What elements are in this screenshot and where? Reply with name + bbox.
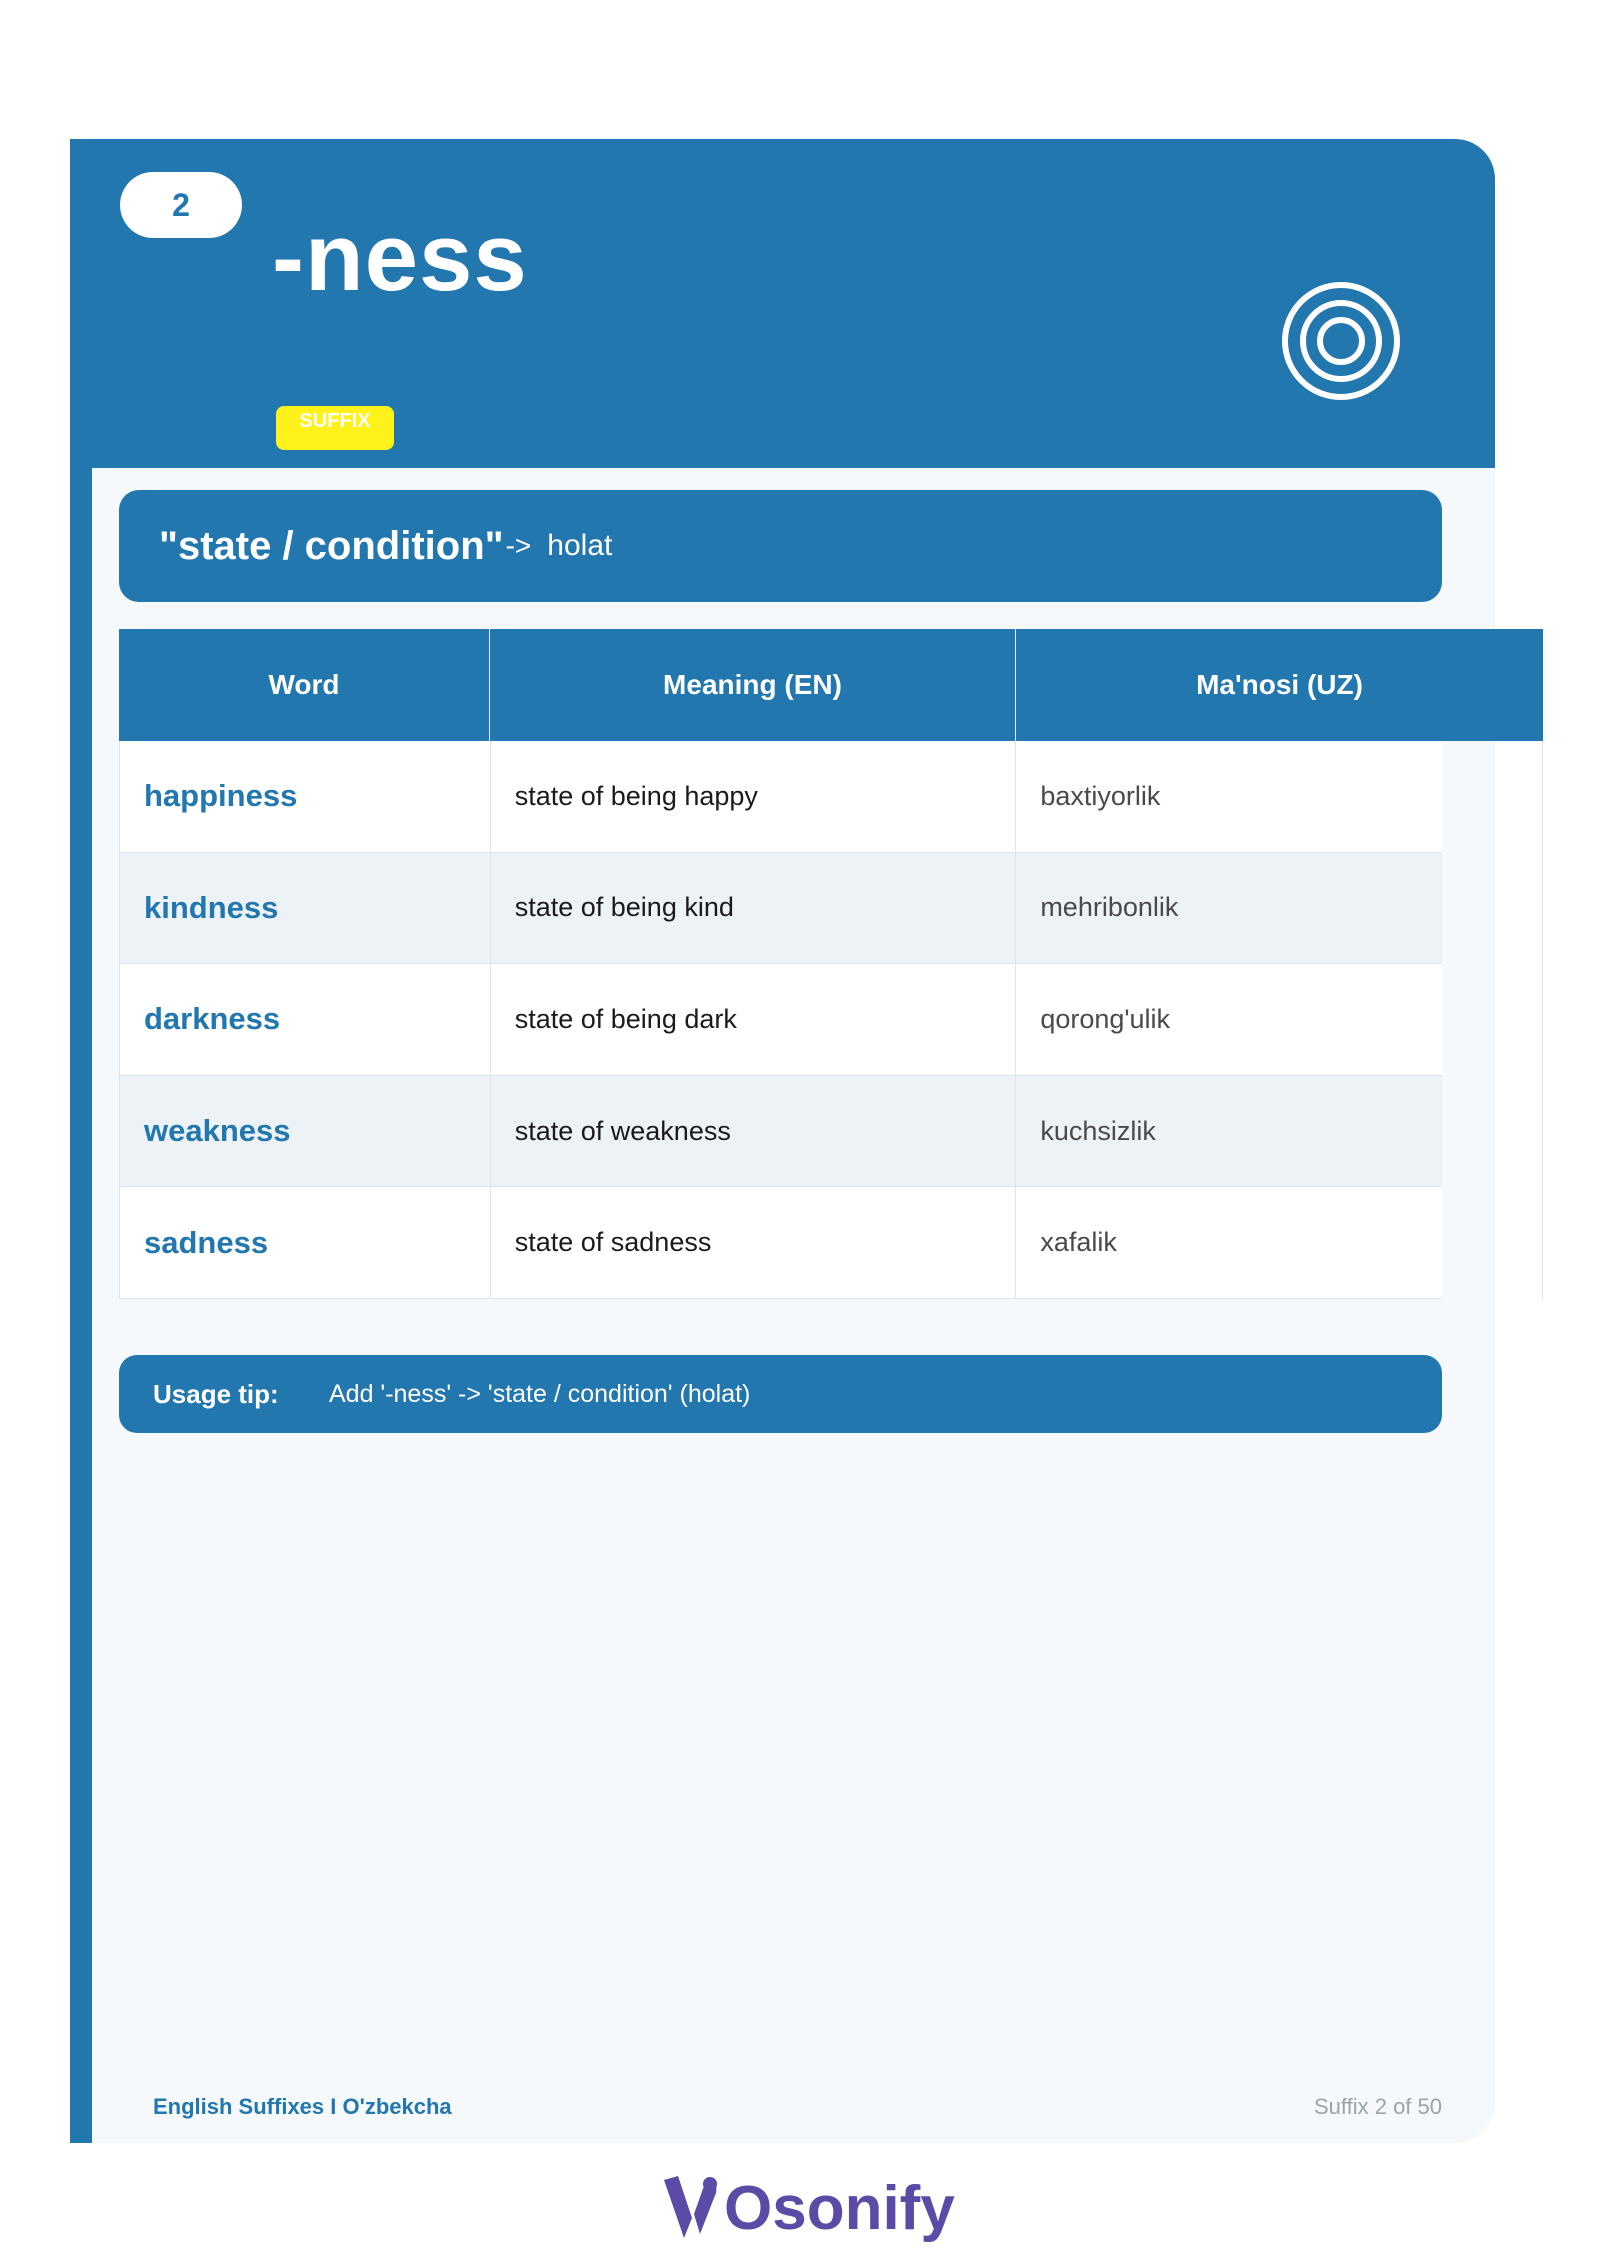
meaning-uz-cell: xafalik xyxy=(1015,1187,1442,1298)
table-body: happiness state of being happy baxtiyorl… xyxy=(119,741,1442,1299)
usage-tip-text: Add '-ness' -> 'state / condition' (hola… xyxy=(329,1379,751,1408)
suffix-number-pill: 2 xyxy=(120,172,242,238)
table-row: sadness state of sadness xafalik xyxy=(119,1187,1442,1299)
meaning-en-cell: state of being happy xyxy=(489,741,1016,852)
column-header-meaning-en: Meaning (EN) xyxy=(489,629,1015,741)
table-right-rule xyxy=(1542,741,1543,1299)
target-icon xyxy=(1282,282,1400,400)
usage-tip-box: Usage tip: Add '-ness' -> 'state / condi… xyxy=(119,1355,1442,1433)
osonify-logo-icon xyxy=(664,2176,717,2238)
table-row: weakness state of weakness kuchsizlik xyxy=(119,1075,1442,1188)
meaning-en-cell: state of being dark xyxy=(489,964,1016,1075)
meaning-uzbek: holat xyxy=(547,529,613,562)
word-cell: kindness xyxy=(144,889,279,925)
usage-tip-label: Usage tip: xyxy=(153,1378,279,1409)
meaning-uz-cell: baxtiyorlik xyxy=(1015,741,1442,852)
table-header: Word Meaning (EN) Ma'nosi (UZ) xyxy=(119,629,1543,741)
meaning-uz-cell: mehribonlik xyxy=(1015,852,1442,964)
column-header-manosi-uz: Ma'nosi (UZ) xyxy=(1015,629,1543,741)
column-header-word: Word xyxy=(268,669,340,700)
footer-page-count: Suffix 2 of 50 xyxy=(1313,2094,1442,2119)
suffix-title: -ness xyxy=(272,204,528,311)
meaning-english: "state / condition" xyxy=(159,523,504,568)
table-row: happiness state of being happy baxtiyorl… xyxy=(119,741,1442,853)
word-cell: weakness xyxy=(144,1113,291,1149)
meaning-en-cell: state of being kind xyxy=(489,852,1016,964)
table-row: kindness state of being kind mehribonlik xyxy=(119,852,1442,965)
word-cell: darkness xyxy=(144,1001,281,1037)
meaning-uz-cell: kuchsizlik xyxy=(1015,1075,1442,1187)
brand-logo: Osonify xyxy=(660,2168,955,2248)
footer-title: English Suffixes I O'zbekcha xyxy=(153,2094,452,2119)
suffix-badge: SUFFIX xyxy=(276,406,394,450)
brand-name: Osonify xyxy=(724,2173,955,2243)
meaning-arrow: -> xyxy=(505,530,532,561)
meaning-uz-cell: qorong'ulik xyxy=(1015,964,1442,1075)
meaning-en-cell: state of sadness xyxy=(489,1187,1016,1298)
word-cell: sadness xyxy=(144,1224,269,1260)
table-row: darkness state of being dark qorong'ulik xyxy=(119,964,1442,1076)
word-cell: happiness xyxy=(144,778,298,814)
meaning-en-cell: state of weakness xyxy=(489,1075,1016,1187)
meaning-box: "state / condition" -> holat xyxy=(119,490,1442,602)
